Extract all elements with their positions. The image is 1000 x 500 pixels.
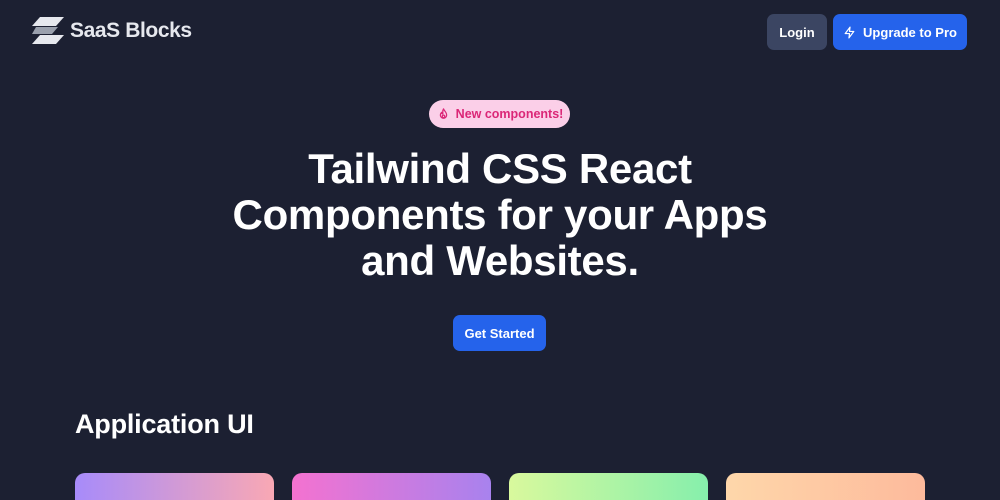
hero-title-line: Components for your Apps [232,191,768,238]
component-card[interactable] [292,473,491,500]
component-card[interactable] [726,473,925,500]
logo-icon [32,17,64,44]
hero-title-line: and Websites. [361,237,639,284]
upgrade-label: Upgrade to Pro [863,24,957,40]
login-button[interactable]: Login [767,14,827,50]
brand-logo[interactable]: SaaS Blocks [32,17,192,45]
page: SaaS Blocks Login Upgrade to Pro New com… [0,0,1000,500]
hero-title: Tailwind CSS React Components for your A… [150,146,850,284]
component-card[interactable] [509,473,708,500]
flame-icon [439,107,447,119]
component-card[interactable] [75,473,274,500]
badge-label: New components! [455,107,564,121]
upgrade-to-pro-button[interactable]: Upgrade to Pro [833,14,967,50]
new-components-badge[interactable]: New components! [429,100,570,128]
section-title: Application UI [75,409,254,439]
brand-name: SaaS Blocks [70,19,192,42]
bolt-icon [844,25,855,39]
get-started-button[interactable]: Get Started [453,315,546,351]
hero-title-line: Tailwind CSS React [308,145,692,192]
